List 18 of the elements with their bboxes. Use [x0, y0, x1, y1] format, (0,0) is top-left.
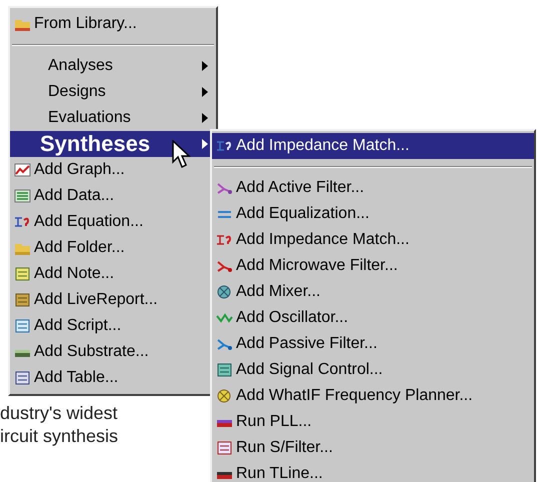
ball-icon — [216, 284, 233, 300]
menu-item[interactable]: Run TLine... — [212, 461, 534, 482]
menu-item[interactable]: Evaluations — [10, 105, 216, 131]
menu-item[interactable]: Designs — [10, 79, 216, 105]
caption-text: dustry's widest — [0, 402, 118, 425]
graph-icon — [14, 162, 31, 178]
menu-item[interactable]: From Library... — [10, 11, 216, 37]
cursor-icon — [172, 140, 194, 170]
ball-icon — [216, 388, 233, 404]
menu-item[interactable]: Run S/Filter... — [212, 435, 534, 461]
arrow-icon — [202, 113, 208, 123]
menu-item[interactable]: Analyses — [10, 53, 216, 79]
menu-item[interactable]: Add Impedance Match... — [212, 133, 534, 159]
caption-text: ircuit synthesis — [0, 425, 118, 448]
arrow-icon — [202, 61, 208, 71]
arrow-icon — [202, 87, 208, 97]
menu-item[interactable]: Run PLL... — [212, 409, 534, 435]
arrow-icon — [202, 139, 208, 149]
